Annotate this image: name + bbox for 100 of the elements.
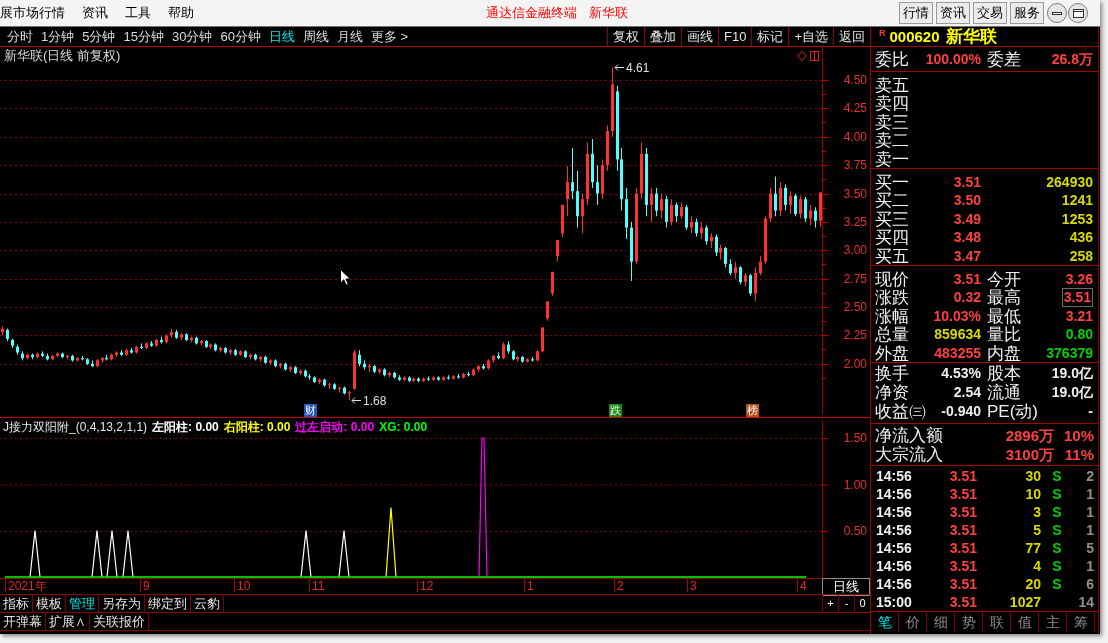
panel-tab[interactable]: 值: [1011, 612, 1039, 632]
field-label: 委差: [987, 49, 1021, 69]
axis-label: 2.00: [843, 358, 867, 370]
candlestick: [814, 206, 817, 229]
panel-tab[interactable]: 筹: [1067, 612, 1095, 632]
toolbar-button[interactable]: 画线: [681, 27, 718, 46]
period-tab[interactable]: 15分钟: [123, 26, 164, 47]
date-label: 9: [143, 579, 150, 593]
diamond-icon[interactable]: [797, 51, 807, 61]
trade-count: 1: [1086, 557, 1094, 575]
field-value: -0.940: [941, 403, 981, 420]
candlestick: [66, 354, 69, 360]
trade-count: 6: [1086, 575, 1094, 593]
panel-tab[interactable]: 势: [955, 612, 983, 632]
indicator-spike: [29, 530, 41, 578]
menu-item[interactable]: 帮助: [168, 3, 194, 23]
period-tab[interactable]: 30分钟: [171, 26, 213, 47]
menu-button[interactable]: 交易: [973, 2, 1007, 24]
menu-button[interactable]: 资讯: [936, 2, 970, 24]
period-tab[interactable]: 1分钟: [41, 26, 75, 47]
menu-button[interactable]: 行情: [899, 2, 933, 24]
trade-side: S: [1051, 486, 1063, 504]
field-label: 总量: [875, 325, 909, 345]
period-tab[interactable]: 周线: [302, 26, 329, 47]
menu-item[interactable]: 工具: [125, 3, 151, 23]
candlestick: [546, 300, 549, 322]
candlestick: [596, 164, 599, 206]
tab[interactable]: 扩展∧: [46, 613, 90, 630]
candlestick: [21, 350, 24, 361]
period-tab[interactable]: 更多 >: [370, 26, 409, 47]
candlestick: [700, 221, 703, 240]
candlestick: [774, 176, 777, 217]
candlestick: [353, 349, 356, 391]
toolbar-button[interactable]: 叠加: [644, 27, 681, 46]
tab[interactable]: 另存为: [99, 595, 145, 612]
axis-label: 4.25: [843, 102, 867, 114]
field-label: 外盘: [875, 343, 909, 363]
event-tag[interactable]: 跌: [609, 404, 622, 417]
tab[interactable]: 绑定到: [145, 595, 191, 612]
panel-tab[interactable]: 主: [1039, 612, 1067, 632]
field-value: 0.80: [1065, 326, 1093, 344]
tab[interactable]: 关联报价: [90, 613, 149, 630]
minimize-button[interactable]: [1047, 3, 1067, 23]
tab[interactable]: 管理: [66, 595, 99, 612]
candlestick: [125, 348, 128, 357]
field-value: 3.21: [1065, 307, 1093, 325]
zoom-button[interactable]: +: [822, 595, 838, 612]
flow-percent: 10%: [1062, 426, 1094, 445]
toolbar-button[interactable]: +自选: [788, 27, 833, 46]
toolbar-button[interactable]: 返回: [833, 27, 870, 46]
menu-button[interactable]: 服务: [1010, 2, 1044, 24]
event-tag[interactable]: 财: [304, 404, 317, 417]
bid-price: 3.48: [953, 229, 981, 247]
trade-side: S: [1051, 522, 1063, 540]
minimize-icon: [1052, 11, 1062, 15]
zoom-button[interactable]: -: [838, 595, 854, 612]
toolbar-button[interactable]: F10: [718, 27, 752, 46]
toolbar-button[interactable]: 标记: [751, 27, 789, 46]
candlestick: [675, 202, 678, 223]
zoom-button[interactable]: 0: [854, 595, 870, 612]
period-tab[interactable]: 日线: [268, 26, 295, 47]
period-tab[interactable]: 月线: [336, 26, 363, 47]
toolbar-button[interactable]: 复权: [607, 27, 644, 46]
event-tag[interactable]: 榜: [746, 404, 759, 417]
candlestick: [348, 390, 351, 401]
date-label: 11: [312, 579, 325, 593]
indicator-name[interactable]: J接力双阳附_(0,4,13,2,1,1): [3, 420, 148, 434]
restore-button[interactable]: [1068, 3, 1088, 23]
panel-tab[interactable]: 笔: [871, 612, 899, 632]
candlestick: [26, 353, 29, 360]
candlestick: [804, 196, 807, 223]
candlestick: [195, 336, 198, 346]
candlestick: [333, 382, 336, 391]
trade-count: 1: [1086, 522, 1094, 540]
field-label: 买四: [875, 228, 909, 248]
candlestick: [383, 367, 386, 377]
panel-tab[interactable]: 联: [983, 612, 1011, 632]
menu-item[interactable]: 展市场行情: [0, 3, 65, 23]
candlestick: [779, 181, 782, 217]
candlestick: [130, 347, 133, 355]
box-icon[interactable]: [810, 51, 819, 61]
tab[interactable]: 开弹幕: [0, 613, 46, 630]
bid-price: 3.50: [953, 192, 981, 210]
trade-volume: 30: [1024, 468, 1041, 486]
axis-label: 4.00: [843, 131, 867, 143]
tab[interactable]: 云豹: [191, 595, 224, 612]
panel-tab[interactable]: 价: [899, 612, 927, 632]
candlestick: [561, 204, 564, 238]
candlestick: [571, 147, 574, 200]
field-label: 卖三: [875, 112, 909, 132]
period-tab[interactable]: 分时: [7, 26, 33, 47]
tab[interactable]: 指标: [0, 595, 33, 612]
panel-tab[interactable]: 细: [927, 612, 955, 632]
trade-count: 14: [1078, 593, 1094, 611]
period-tab[interactable]: 5分钟: [82, 26, 116, 47]
period-tab[interactable]: 60分钟: [220, 26, 261, 47]
axis-label: 0.50: [843, 525, 867, 537]
tab[interactable]: 模板: [33, 595, 66, 612]
trade-volume: 77: [1024, 539, 1041, 557]
menu-item[interactable]: 资讯: [82, 3, 108, 23]
